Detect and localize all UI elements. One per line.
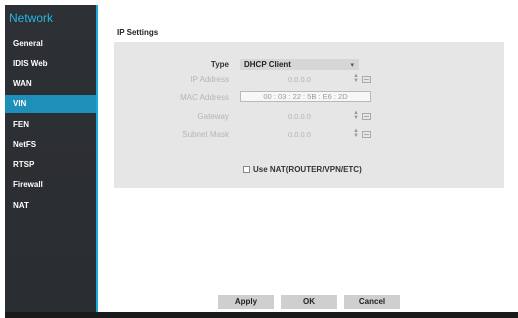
subnet-mask-field[interactable]: 0.0.0.0 (240, 129, 359, 140)
ip-settings-panel: Type DHCP Client ▾ IP Address 0.0.0.0 ▲ ▼… (114, 42, 504, 188)
sidebar-item-fen[interactable]: FEN (5, 116, 97, 134)
type-select[interactable]: DHCP Client ▾ (240, 59, 359, 70)
gateway-label: Gateway (197, 112, 229, 121)
ip-address-keyboard-icon[interactable] (362, 76, 371, 83)
settings-sidebar: Network General IDIS Web WAN VIN FEN Net… (5, 5, 97, 318)
bottom-bar (5, 312, 518, 318)
sidebar-item-general[interactable]: General (5, 35, 97, 53)
subnet-mask-spinner-icon[interactable]: ▲ ▼ (353, 128, 359, 140)
sidebar-item-rtsp[interactable]: RTSP (5, 156, 97, 174)
sidebar-item-nat[interactable]: NAT (5, 197, 97, 215)
main-content: IP Settings Type DHCP Client ▾ IP Addres… (98, 5, 518, 312)
gateway-field[interactable]: 0.0.0.0 (240, 111, 359, 122)
section-title: IP Settings (117, 28, 159, 37)
type-select-value: DHCP Client (244, 60, 291, 69)
sidebar-title: Network (9, 11, 54, 25)
mac-address-label: MAC Address (180, 93, 229, 102)
cancel-button[interactable]: Cancel (344, 295, 400, 309)
sidebar-item-vin[interactable]: VIN (5, 95, 97, 113)
ip-address-spinner-icon[interactable]: ▲ ▼ (353, 73, 359, 85)
ok-button[interactable]: OK (281, 295, 337, 309)
ip-address-label: IP Address (190, 75, 229, 84)
mac-address-field: 00 : 03 : 22 : 5B : E6 : 2D (240, 91, 371, 102)
sidebar-item-wan[interactable]: WAN (5, 75, 97, 93)
use-nat-checkbox[interactable] (243, 166, 250, 173)
gateway-keyboard-icon[interactable] (362, 113, 371, 120)
ip-address-field[interactable]: 0.0.0.0 (240, 74, 359, 85)
gateway-spinner-icon[interactable]: ▲ ▼ (353, 110, 359, 122)
apply-button[interactable]: Apply (218, 295, 274, 309)
sidebar-item-netfs[interactable]: NetFS (5, 136, 97, 154)
use-nat-label[interactable]: Use NAT(ROUTER/VPN/ETC) (253, 165, 362, 174)
subnet-mask-keyboard-icon[interactable] (362, 131, 371, 138)
chevron-down-icon: ▾ (350, 62, 354, 69)
subnet-mask-label: Subnet Mask (182, 130, 229, 139)
sidebar-item-firewall[interactable]: Firewall (5, 176, 97, 194)
type-label: Type (210, 60, 229, 69)
sidebar-item-idis-web[interactable]: IDIS Web (5, 55, 97, 73)
